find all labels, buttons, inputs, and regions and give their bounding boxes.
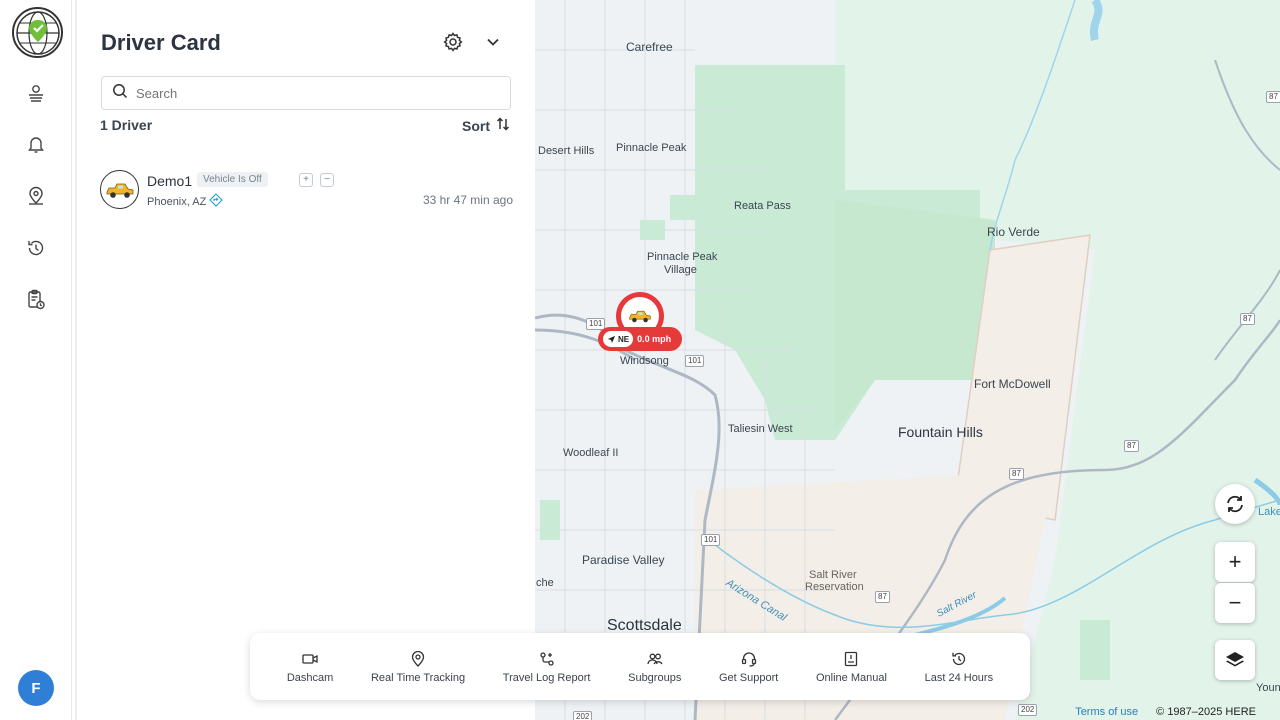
left-nav-rail: F <box>0 0 72 720</box>
dashcam-label: Dashcam <box>286 671 334 684</box>
chevron-down-icon[interactable] <box>482 31 504 53</box>
history-icon <box>950 650 968 668</box>
route-icon <box>538 650 556 668</box>
driver-count: 1 Driver <box>100 117 153 133</box>
map-label-youn: Youn <box>1256 682 1280 694</box>
highway-shield: 87 <box>1009 468 1024 480</box>
real-time-tracking-button[interactable]: Real Time Tracking <box>371 650 465 684</box>
history-icon[interactable] <box>22 234 50 262</box>
zoom-in-button[interactable]: + <box>1215 542 1255 582</box>
directions-icon[interactable] <box>209 193 224 210</box>
travel-log-report-label: Travel Log Report <box>502 671 591 684</box>
get-support-label: Get Support <box>719 671 779 684</box>
subgroups-button[interactable]: Subgroups <box>628 650 681 684</box>
users-icon <box>646 650 664 668</box>
highway-shield: 87 <box>1124 440 1139 452</box>
highway-shield: 87 <box>875 591 890 603</box>
sort-label: Sort <box>462 117 490 134</box>
user-initial: F <box>31 679 41 697</box>
map-layers-button[interactable] <box>1215 640 1255 680</box>
terms-of-use-link[interactable]: Terms of use <box>1075 706 1138 718</box>
refresh-button[interactable] <box>1215 484 1255 524</box>
app-root: F Driver Card 1 Driver Sort <box>0 0 1280 720</box>
search-box <box>101 76 511 110</box>
map-view[interactable]: Carefree Desert Hills Pinnacle Peak Reat… <box>535 0 1280 720</box>
sort-button[interactable]: Sort <box>462 116 511 135</box>
highway-shield: 202 <box>1018 704 1038 716</box>
zoom-in-label: + <box>1228 549 1242 574</box>
search-icon <box>112 83 128 104</box>
sort-arrows-icon <box>495 116 511 135</box>
collapse-minus-button[interactable]: − <box>320 173 334 187</box>
map-label-pinnacle-peak-village-2: Village <box>664 264 697 276</box>
location-pin-icon <box>409 650 427 668</box>
map-label-desert-hills: Desert Hills <box>538 145 595 157</box>
status-badge: Vehicle Is Off <box>197 172 268 187</box>
map-label-che: che <box>536 577 554 589</box>
location-pin-icon[interactable] <box>22 182 50 210</box>
map-label-reata-pass: Reata Pass <box>734 200 791 212</box>
refresh-icon <box>1227 495 1243 513</box>
travel-log-report-button[interactable]: Travel Log Report <box>502 650 591 684</box>
last-24-hours-button[interactable]: Last 24 Hours <box>925 650 993 684</box>
layers-icon <box>1226 652 1244 667</box>
highway-shield: 101 <box>701 534 721 546</box>
copyright-text: © 1987–2025 HERE <box>1156 706 1256 718</box>
search-input[interactable] <box>136 85 496 101</box>
vehicle-speed-label: NE 0.0 mph <box>598 327 682 351</box>
highway-shield: 101 <box>685 355 705 367</box>
navigation-arrow-icon <box>607 335 616 343</box>
bottom-toolbar: Dashcam Real Time Tracking Travel Log Re… <box>250 633 1030 700</box>
map-label-salt-river-reservation-2: Reservation <box>805 581 864 593</box>
last-24-hours-label: Last 24 Hours <box>924 671 994 684</box>
expand-plus-button[interactable]: + <box>299 173 313 187</box>
gear-icon[interactable] <box>442 31 464 53</box>
direction-badge: NE <box>603 331 634 347</box>
real-time-tracking-label: Real Time Tracking <box>370 671 466 684</box>
map-label-paradise-valley: Paradise Valley <box>582 553 665 567</box>
video-camera-icon <box>301 650 319 668</box>
highway-shield: 202 <box>573 711 593 720</box>
map-attribution: Terms of use © 1987–2025 HERE <box>1075 706 1256 718</box>
book-icon <box>842 650 860 668</box>
dashcam-button[interactable]: Dashcam <box>287 650 333 684</box>
map-label-carefree: Carefree <box>626 40 673 54</box>
page-title: Driver Card <box>101 30 221 55</box>
map-label-woodleaf-ii: Woodleaf II <box>563 447 619 459</box>
user-avatar[interactable]: F <box>18 670 54 706</box>
map-label-lake: Lake <box>1258 506 1280 518</box>
list-item[interactable]: Demo1 Vehicle Is Off + − Phoenix, AZ 33 … <box>99 168 513 212</box>
online-manual-label: Online Manual <box>816 671 887 684</box>
map-label-fountain-hills: Fountain Hills <box>898 424 983 440</box>
map-label-rio-verde: Rio Verde <box>987 225 1040 239</box>
headset-icon <box>740 650 758 668</box>
driver-location: Phoenix, AZ <box>147 193 224 210</box>
zoom-out-button[interactable]: − <box>1215 583 1255 623</box>
report-clipboard-icon[interactable] <box>22 286 50 314</box>
map-label-fort-mcdowell: Fort McDowell <box>974 377 1051 391</box>
online-manual-button[interactable]: Online Manual <box>816 650 887 684</box>
map-label-windsong: Windsong <box>620 355 669 367</box>
speed-text: 0.0 mph <box>637 334 672 344</box>
driver-card-panel: Driver Card 1 Driver Sort <box>77 0 535 720</box>
map-label-pinnacle-peak-village-1: Pinnacle Peak <box>647 251 718 263</box>
driver-name: Demo1 <box>147 173 193 189</box>
driver-location-text: Phoenix, AZ <box>147 195 207 208</box>
zoom-out-label: − <box>1228 590 1242 615</box>
driver-icon[interactable] <box>22 80 50 108</box>
last-seen-time: 33 hr 47 min ago <box>422 193 513 207</box>
get-support-button[interactable]: Get Support <box>719 650 778 684</box>
subgroups-label: Subgroups <box>628 671 682 684</box>
map-label-pinnacle-peak: Pinnacle Peak <box>616 142 687 154</box>
highway-shield: 87 <box>1240 313 1255 325</box>
logo-globe-icon[interactable] <box>12 7 63 58</box>
vehicle-truck-icon <box>100 170 139 209</box>
direction-text: NE <box>618 334 630 344</box>
bell-icon[interactable] <box>22 130 50 158</box>
highway-shield: 87 <box>1266 91 1280 103</box>
map-label-salt-river-reservation-1: Salt River <box>809 569 857 581</box>
map-label-taliesin-west: Taliesin West <box>728 423 793 435</box>
